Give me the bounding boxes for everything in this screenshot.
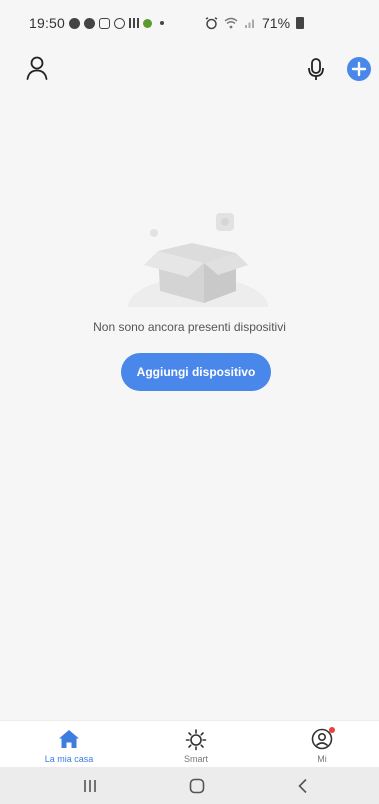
empty-box-icon [128,213,268,315]
add-circle-icon[interactable] [346,56,372,82]
tab-home-label: La mia casa [44,754,94,764]
wifi-icon [224,17,238,29]
alarm-icon [205,16,218,29]
status-time: 19:50 [29,15,66,31]
app-notification-icon [143,18,153,28]
chat-notification-icon [69,17,81,29]
whatsapp-notification-icon [84,17,96,29]
home-icon [59,730,79,748]
system-nav-bar [0,767,379,804]
signal-icon [245,19,254,28]
notification-dot-icon [329,727,335,733]
threads-notification-icon [114,17,126,29]
empty-state-message: Non sono ancora presenti dispositivi [93,320,286,334]
status-left: 19:50 [29,15,165,31]
back-icon[interactable] [293,776,313,796]
add-device-button[interactable]: Aggiungi dispositivo [121,353,271,391]
tab-home[interactable]: La mia casa [24,721,114,768]
status-right: 71% [205,0,305,46]
battery-icon [296,17,305,29]
tab-bar: La mia casa Smart Mi [0,720,379,767]
tab-smart-label: Smart [183,754,208,764]
tab-smart[interactable]: Smart [151,721,241,768]
user-icon[interactable] [25,55,49,81]
home-nav-icon[interactable] [187,776,207,796]
more-notifications-dot-icon [160,21,165,25]
microphone-icon[interactable] [306,56,326,82]
top-bar [0,52,379,86]
sun-icon [185,729,207,751]
battery-percent: 71% [262,15,291,31]
tab-me-label: Mi [317,754,327,764]
status-bar: 19:50 71% [0,0,379,46]
instagram-notification-icon [99,17,111,29]
profile-icon-wrapper [310,727,335,751]
recent-apps-icon[interactable] [80,776,100,796]
tab-me[interactable]: Mi [277,721,367,768]
stats-notification-icon [129,18,140,28]
